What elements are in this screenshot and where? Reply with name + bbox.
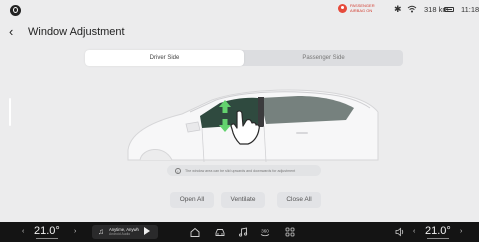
open-all-button[interactable]: Open All xyxy=(170,192,214,208)
info-notice-text: The window area can be slid upwards and … xyxy=(185,168,296,173)
back-button[interactable]: ‹ xyxy=(9,24,23,40)
ventilate-button[interactable]: Ventilate xyxy=(221,192,265,208)
airbag-icon xyxy=(338,4,347,13)
page-title: Window Adjustment xyxy=(28,26,125,38)
temp-right-underline xyxy=(427,238,449,239)
tab-driver-side[interactable]: Driver Side xyxy=(85,50,244,66)
temp-left-value[interactable]: 21.0° xyxy=(34,225,60,237)
temp-right-decrease-button[interactable]: ‹ xyxy=(413,228,415,235)
music-icon[interactable] xyxy=(237,226,249,238)
wifi-icon xyxy=(407,5,417,13)
bluetooth-icon: ✱ xyxy=(394,4,402,14)
side-handle[interactable] xyxy=(9,98,11,126)
svg-text:360: 360 xyxy=(261,229,269,234)
apps-grid-icon[interactable] xyxy=(284,226,296,238)
car-icon[interactable] xyxy=(214,226,226,238)
media-artist: Android Audio xyxy=(109,232,131,236)
360-camera-icon[interactable]: 360 xyxy=(259,226,271,238)
home-icon[interactable] xyxy=(189,226,201,238)
side-tabs: Driver Side Passenger Side xyxy=(85,50,403,66)
music-note-icon: ♫ xyxy=(98,227,104,236)
temp-left-decrease-button[interactable]: ‹ xyxy=(22,228,24,235)
info-icon: i xyxy=(175,167,181,174)
tab-passenger-side[interactable]: Passenger Side xyxy=(244,50,403,66)
clock: 11:18 xyxy=(461,5,479,14)
temp-left-increase-button[interactable]: › xyxy=(74,228,76,235)
passenger-airbag-status: PASSENGER AIRBAG ON xyxy=(338,3,376,13)
info-notice: i The window area can be slid upwards an… xyxy=(167,165,321,176)
car-side-view xyxy=(127,89,379,163)
play-icon[interactable] xyxy=(144,227,150,235)
media-player-card[interactable]: ♫ Anytime, Anywh Android Audio xyxy=(92,225,158,239)
brand-logo-icon xyxy=(10,5,21,16)
side-mirror xyxy=(185,121,201,133)
temp-left-underline xyxy=(36,238,58,239)
close-all-button[interactable]: Close All xyxy=(277,192,321,208)
status-bar: PASSENGER AIRBAG ON ✱ 318 km 11:18 xyxy=(0,0,479,22)
temp-right-increase-button[interactable]: › xyxy=(460,228,462,235)
volume-icon[interactable] xyxy=(394,226,406,238)
battery-icon xyxy=(444,7,454,12)
temp-right-value[interactable]: 21.0° xyxy=(425,225,451,237)
airbag-status-text: PASSENGER AIRBAG ON xyxy=(350,3,375,13)
bottom-dock: ‹ 21.0° › ♫ Anytime, Anywh Android Audio… xyxy=(0,222,479,242)
